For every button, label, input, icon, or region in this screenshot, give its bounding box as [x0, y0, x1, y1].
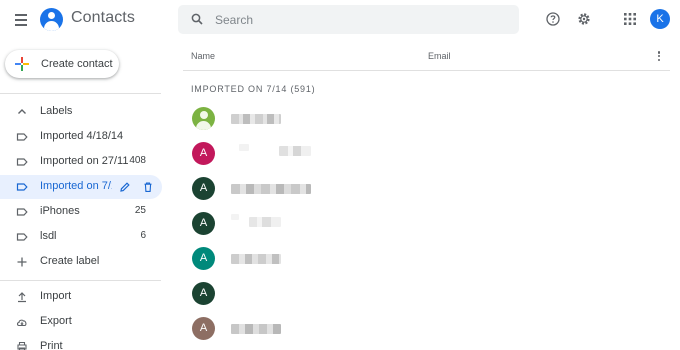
blurred-contact-name — [249, 217, 281, 227]
label-name: iPhones — [40, 205, 80, 217]
blurred-contact-name — [231, 324, 281, 334]
plus-icon — [15, 57, 29, 71]
blurred-contact-name — [279, 146, 311, 156]
apps-grid-icon[interactable] — [622, 11, 638, 27]
blurred-contact-name — [231, 214, 239, 220]
more-options-icon[interactable] — [654, 50, 664, 62]
label-icon — [16, 158, 28, 166]
label-icon — [16, 133, 28, 141]
sidebar-divider — [0, 280, 161, 281]
search-input[interactable] — [215, 9, 505, 30]
print-label: Print — [40, 340, 63, 350]
sidebar-item-label-imported-27-11[interactable]: Imported on 27/11 408 — [0, 150, 162, 174]
contact-row[interactable]: A — [183, 311, 670, 346]
edit-pencil-icon[interactable] — [119, 181, 131, 193]
upload-icon — [18, 292, 26, 303]
sidebar-item-label-iphones[interactable]: iPhones 25 — [0, 200, 162, 224]
column-header-email[interactable]: Email — [428, 51, 451, 61]
contacts-logo-icon — [40, 8, 63, 31]
contact-row[interactable]: A — [183, 276, 670, 311]
header-divider — [183, 70, 670, 71]
top-bar: Contacts K — [0, 0, 680, 40]
labels-section-toggle[interactable]: Labels — [0, 100, 162, 124]
plus-icon — [17, 257, 27, 267]
blurred-contact-name — [231, 254, 281, 264]
export-button[interactable]: Export — [0, 310, 162, 334]
contact-row[interactable]: A — [183, 171, 670, 206]
create-label-button[interactable]: Create label — [0, 250, 162, 274]
account-avatar[interactable]: K — [650, 9, 670, 29]
create-contact-label: Create contact — [41, 58, 113, 70]
settings-gear-icon[interactable] — [576, 11, 592, 27]
label-name: Imported on 27/11 — [40, 155, 129, 167]
contact-avatar-photo — [192, 107, 215, 130]
contact-avatar: A — [192, 317, 215, 340]
label-name: Imported 4/18/14 — [40, 130, 124, 142]
label-count: 6 — [140, 230, 146, 241]
blurred-contact-name — [239, 144, 249, 151]
search-bar[interactable] — [178, 5, 519, 34]
contact-row[interactable]: A — [183, 241, 670, 276]
label-icon — [16, 233, 28, 241]
column-header-name[interactable]: Name — [191, 51, 215, 61]
label-icon — [16, 208, 28, 216]
sidebar-item-label-imported-4-18-14[interactable]: Imported 4/18/14 — [0, 125, 162, 149]
contact-avatar: A — [192, 177, 215, 200]
sidebar-divider — [0, 93, 161, 94]
app-title: Contacts — [71, 9, 135, 26]
help-icon[interactable] — [545, 11, 561, 27]
label-count: 25 — [134, 205, 146, 216]
labels-heading: Labels — [40, 105, 73, 117]
import-label: Import — [40, 290, 72, 302]
delete-trash-icon[interactable] — [142, 181, 154, 193]
blurred-contact-name — [231, 184, 311, 194]
label-name: lsdl — [40, 230, 57, 242]
printer-icon — [17, 341, 27, 350]
contact-avatar: A — [192, 142, 215, 165]
main-menu-icon[interactable] — [10, 10, 32, 30]
label-count: 408 — [129, 155, 146, 166]
sidebar-item-label-lsdl[interactable]: lsdl 6 — [0, 225, 162, 249]
contact-row[interactable]: A — [183, 136, 670, 171]
print-button[interactable]: Print — [0, 335, 162, 350]
collapse-chevron-icon — [18, 109, 26, 114]
label-icon — [16, 183, 28, 191]
export-label: Export — [40, 315, 72, 327]
import-button[interactable]: Import — [0, 285, 162, 309]
create-contact-button[interactable]: Create contact — [5, 50, 119, 78]
label-name: Imported on 7/14 — [40, 180, 112, 192]
search-icon — [191, 13, 203, 25]
blurred-contact-name — [231, 114, 281, 124]
group-heading: IMPORTED ON 7/14 (591) — [191, 84, 316, 94]
sidebar-item-label-imported-7-14[interactable]: Imported on 7/14 — [0, 175, 162, 199]
contact-avatar: A — [192, 282, 215, 305]
contact-avatar: A — [192, 212, 215, 235]
contact-avatar: A — [192, 247, 215, 270]
create-label-text: Create label — [40, 255, 100, 267]
contact-row[interactable]: A — [183, 206, 670, 241]
cloud-download-icon — [16, 319, 27, 327]
contact-row[interactable] — [183, 101, 670, 136]
